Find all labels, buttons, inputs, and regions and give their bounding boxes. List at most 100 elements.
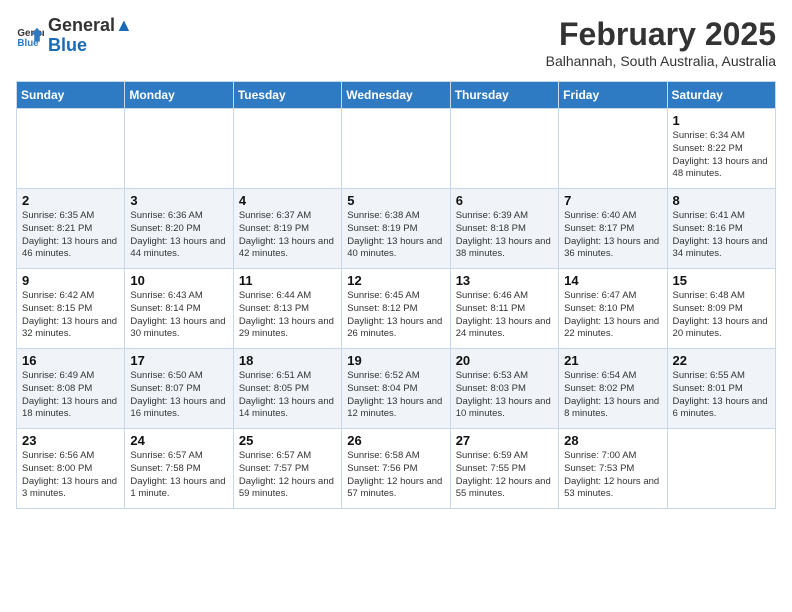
calendar-cell: 9 Sunrise: 6:42 AM Sunset: 8:15 PM Daylig… xyxy=(17,269,125,349)
day-info: Sunrise: 6:47 AM Sunset: 8:10 PM Dayligh… xyxy=(564,290,661,341)
calendar-week-row: 2 Sunrise: 6:35 AM Sunset: 8:21 PM Daylig… xyxy=(17,189,776,269)
day-info: Sunrise: 6:48 AM Sunset: 8:09 PM Dayligh… xyxy=(673,290,770,341)
day-number: 15 xyxy=(673,273,770,288)
calendar-cell xyxy=(17,109,125,189)
day-number: 4 xyxy=(239,193,336,208)
day-info: Sunrise: 6:50 AM Sunset: 8:07 PM Dayligh… xyxy=(130,370,227,421)
day-info: Sunrise: 6:42 AM Sunset: 8:15 PM Dayligh… xyxy=(22,290,119,341)
calendar-cell: 24 Sunrise: 6:57 AM Sunset: 7:58 PM Dayli… xyxy=(125,429,233,509)
day-info: Sunrise: 6:53 AM Sunset: 8:03 PM Dayligh… xyxy=(456,370,553,421)
calendar-cell: 21Sunrise: 6:54 AM Sunset: 8:02 PM Dayli… xyxy=(559,349,667,429)
col-monday: Monday xyxy=(125,82,233,109)
day-info: Sunrise: 6:34 AM Sunset: 8:22 PM Dayligh… xyxy=(673,130,770,181)
calendar-cell xyxy=(450,109,558,189)
day-number: 25 xyxy=(239,433,336,448)
calendar-cell: 6 Sunrise: 6:39 AM Sunset: 8:18 PM Daylig… xyxy=(450,189,558,269)
day-number: 10 xyxy=(130,273,227,288)
calendar-cell xyxy=(342,109,450,189)
calendar-week-row: 1 Sunrise: 6:34 AM Sunset: 8:22 PM Daylig… xyxy=(17,109,776,189)
day-number: 3 xyxy=(130,193,227,208)
calendar-cell: 12 Sunrise: 6:45 AM Sunset: 8:12 PM Dayli… xyxy=(342,269,450,349)
calendar-cell xyxy=(233,109,341,189)
day-info: Sunrise: 6:46 AM Sunset: 8:11 PM Dayligh… xyxy=(456,290,553,341)
calendar-cell: 8 Sunrise: 6:41 AM Sunset: 8:16 PM Daylig… xyxy=(667,189,775,269)
calendar-cell: 27Sunrise: 6:59 AM Sunset: 7:55 PM Dayli… xyxy=(450,429,558,509)
day-number: 13 xyxy=(456,273,553,288)
col-wednesday: Wednesday xyxy=(342,82,450,109)
calendar-cell: 26Sunrise: 6:58 AM Sunset: 7:56 PM Dayli… xyxy=(342,429,450,509)
day-info: Sunrise: 6:39 AM Sunset: 8:18 PM Dayligh… xyxy=(456,210,553,261)
day-number: 20 xyxy=(456,353,553,368)
day-number: 7 xyxy=(564,193,661,208)
month-title: February 2025 xyxy=(546,16,776,53)
day-info: Sunrise: 6:57 AM Sunset: 7:57 PM Dayligh… xyxy=(239,450,336,501)
day-number: 1 xyxy=(673,113,770,128)
calendar-cell: 25 Sunrise: 6:57 AM Sunset: 7:57 PM Dayli… xyxy=(233,429,341,509)
day-info: Sunrise: 6:40 AM Sunset: 8:17 PM Dayligh… xyxy=(564,210,661,261)
day-number: 2 xyxy=(22,193,119,208)
day-info: Sunrise: 6:37 AM Sunset: 8:19 PM Dayligh… xyxy=(239,210,336,261)
day-number: 23 xyxy=(22,433,119,448)
calendar-cell xyxy=(125,109,233,189)
calendar-cell: 3Sunrise: 6:36 AM Sunset: 8:20 PM Daylig… xyxy=(125,189,233,269)
day-info: Sunrise: 6:43 AM Sunset: 8:14 PM Dayligh… xyxy=(130,290,227,341)
calendar-cell: 4 Sunrise: 6:37 AM Sunset: 8:19 PM Daylig… xyxy=(233,189,341,269)
svg-text:Blue: Blue xyxy=(17,38,39,49)
calendar-cell: 5 Sunrise: 6:38 AM Sunset: 8:19 PM Daylig… xyxy=(342,189,450,269)
calendar-week-row: 9 Sunrise: 6:42 AM Sunset: 8:15 PM Daylig… xyxy=(17,269,776,349)
logo-text: General▲ Blue xyxy=(48,16,133,56)
day-number: 12 xyxy=(347,273,444,288)
calendar-week-row: 23 Sunrise: 6:56 AM Sunset: 8:00 PM Dayli… xyxy=(17,429,776,509)
day-number: 9 xyxy=(22,273,119,288)
calendar-cell: 15 Sunrise: 6:48 AM Sunset: 8:09 PM Dayli… xyxy=(667,269,775,349)
day-number: 19 xyxy=(347,353,444,368)
day-number: 6 xyxy=(456,193,553,208)
day-info: Sunrise: 6:59 AM Sunset: 7:55 PM Dayligh… xyxy=(456,450,553,501)
calendar-cell: 14 Sunrise: 6:47 AM Sunset: 8:10 PM Dayli… xyxy=(559,269,667,349)
calendar-cell: 19 Sunrise: 6:52 AM Sunset: 8:04 PM Dayli… xyxy=(342,349,450,429)
day-info: Sunrise: 6:41 AM Sunset: 8:16 PM Dayligh… xyxy=(673,210,770,261)
day-info: Sunrise: 6:45 AM Sunset: 8:12 PM Dayligh… xyxy=(347,290,444,341)
day-info: Sunrise: 6:35 AM Sunset: 8:21 PM Dayligh… xyxy=(22,210,119,261)
calendar-cell: 20 Sunrise: 6:53 AM Sunset: 8:03 PM Dayli… xyxy=(450,349,558,429)
day-info: Sunrise: 6:44 AM Sunset: 8:13 PM Dayligh… xyxy=(239,290,336,341)
day-number: 5 xyxy=(347,193,444,208)
logo: General Blue General▲ Blue xyxy=(16,16,133,56)
day-info: Sunrise: 7:00 AM Sunset: 7:53 PM Dayligh… xyxy=(564,450,661,501)
day-info: Sunrise: 6:56 AM Sunset: 8:00 PM Dayligh… xyxy=(22,450,119,501)
day-number: 28 xyxy=(564,433,661,448)
day-info: Sunrise: 6:38 AM Sunset: 8:19 PM Dayligh… xyxy=(347,210,444,261)
day-info: Sunrise: 6:55 AM Sunset: 8:01 PM Dayligh… xyxy=(673,370,770,421)
day-number: 16 xyxy=(22,353,119,368)
day-info: Sunrise: 6:51 AM Sunset: 8:05 PM Dayligh… xyxy=(239,370,336,421)
title-section: February 2025 Balhannah, South Australia… xyxy=(546,16,776,69)
calendar-cell: 18 Sunrise: 6:51 AM Sunset: 8:05 PM Dayli… xyxy=(233,349,341,429)
calendar-cell: 2 Sunrise: 6:35 AM Sunset: 8:21 PM Daylig… xyxy=(17,189,125,269)
col-tuesday: Tuesday xyxy=(233,82,341,109)
day-info: Sunrise: 6:49 AM Sunset: 8:08 PM Dayligh… xyxy=(22,370,119,421)
logo-icon: General Blue xyxy=(16,22,44,50)
day-number: 18 xyxy=(239,353,336,368)
calendar-cell: 17 Sunrise: 6:50 AM Sunset: 8:07 PM Dayli… xyxy=(125,349,233,429)
day-info: Sunrise: 6:57 AM Sunset: 7:58 PM Dayligh… xyxy=(130,450,227,501)
calendar-cell: 11 Sunrise: 6:44 AM Sunset: 8:13 PM Dayli… xyxy=(233,269,341,349)
calendar-cell: 16 Sunrise: 6:49 AM Sunset: 8:08 PM Dayli… xyxy=(17,349,125,429)
header-row: Sunday Monday Tuesday Wednesday Thursday… xyxy=(17,82,776,109)
calendar-cell: 13 Sunrise: 6:46 AM Sunset: 8:11 PM Dayli… xyxy=(450,269,558,349)
day-number: 21 xyxy=(564,353,661,368)
day-number: 14 xyxy=(564,273,661,288)
day-number: 24 xyxy=(130,433,227,448)
calendar-cell: 28 Sunrise: 7:00 AM Sunset: 7:53 PM Dayli… xyxy=(559,429,667,509)
calendar-table: Sunday Monday Tuesday Wednesday Thursday… xyxy=(16,81,776,509)
col-thursday: Thursday xyxy=(450,82,558,109)
day-number: 11 xyxy=(239,273,336,288)
day-number: 8 xyxy=(673,193,770,208)
col-saturday: Saturday xyxy=(667,82,775,109)
day-info: Sunrise: 6:52 AM Sunset: 8:04 PM Dayligh… xyxy=(347,370,444,421)
header: General Blue General▲ Blue February 2025… xyxy=(16,16,776,69)
calendar-cell: 23 Sunrise: 6:56 AM Sunset: 8:00 PM Dayli… xyxy=(17,429,125,509)
calendar-cell xyxy=(559,109,667,189)
calendar-cell xyxy=(667,429,775,509)
day-number: 17 xyxy=(130,353,227,368)
calendar-body: 1 Sunrise: 6:34 AM Sunset: 8:22 PM Daylig… xyxy=(17,109,776,509)
